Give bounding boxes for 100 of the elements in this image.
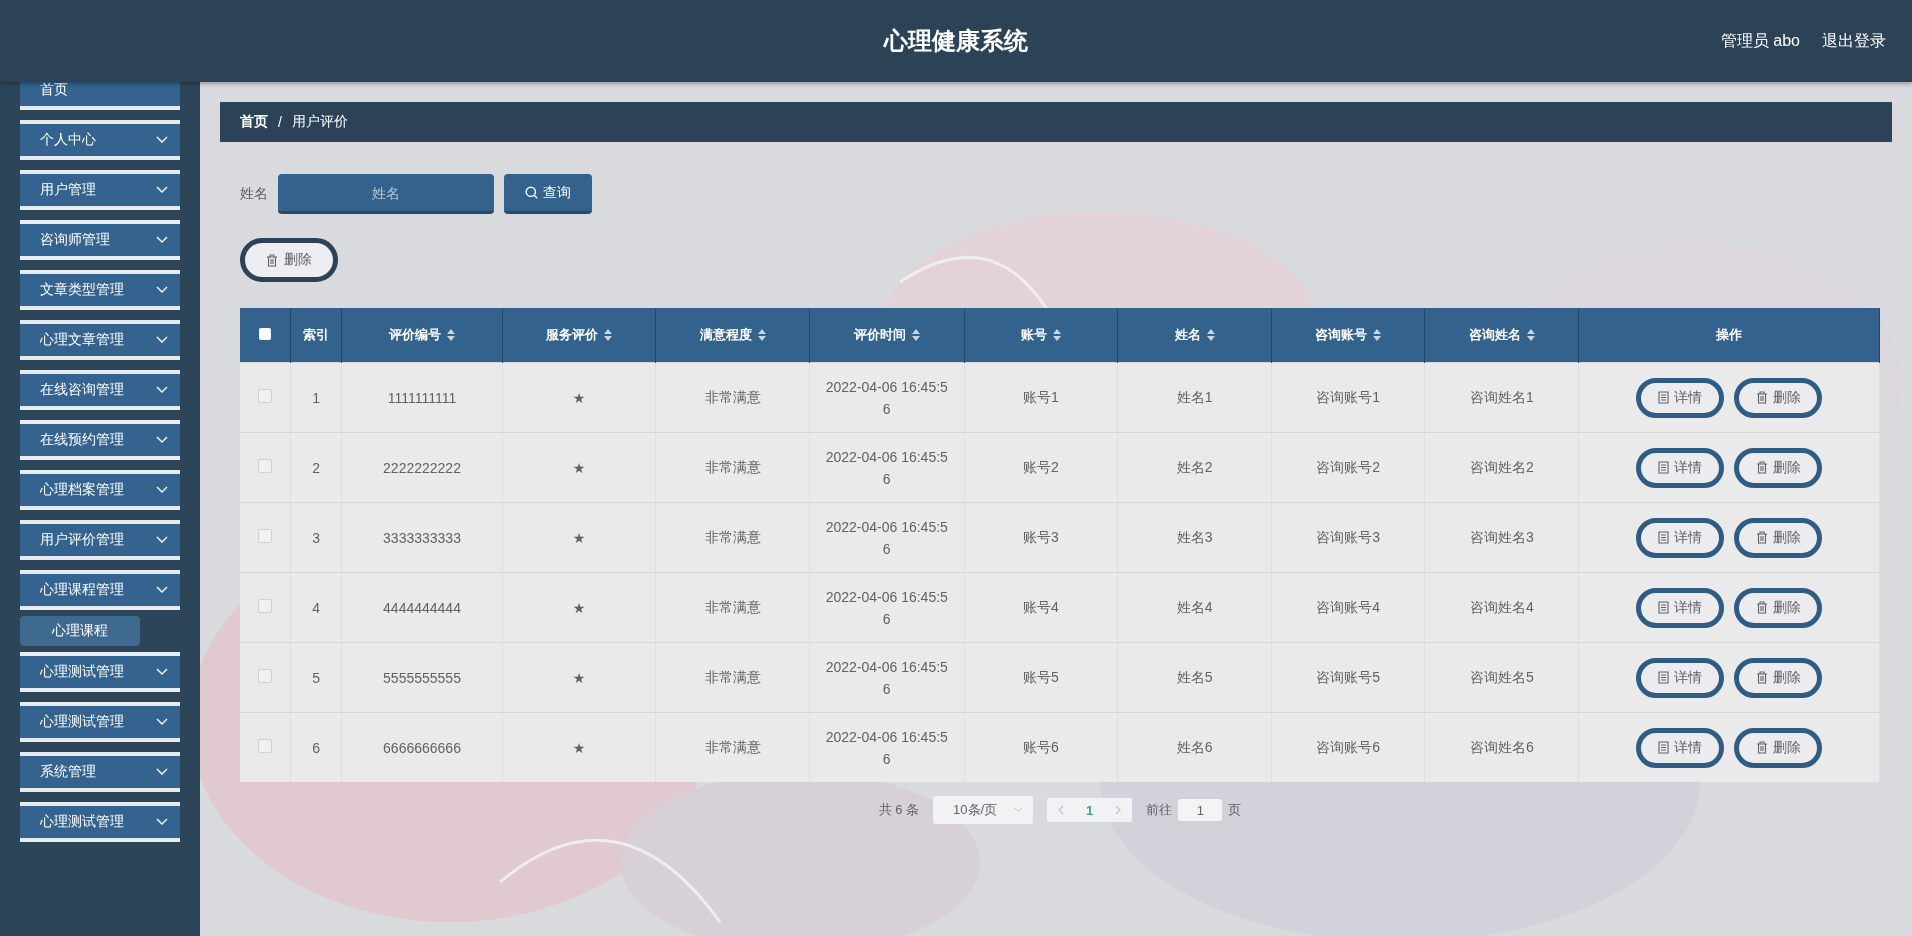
logout-link[interactable]: 退出登录 bbox=[1822, 30, 1886, 52]
row-checkbox[interactable] bbox=[257, 389, 272, 403]
details-button[interactable]: 详情 bbox=[1636, 517, 1725, 558]
table-cell: 咨询姓名1 bbox=[1469, 388, 1534, 405]
search-button[interactable]: 查询 bbox=[504, 174, 592, 214]
column-header[interactable]: 姓名 bbox=[1174, 326, 1215, 344]
column-header: 索引 bbox=[303, 326, 330, 344]
table-cell: 姓名2 bbox=[1176, 458, 1213, 475]
table-cell: 3333333333 bbox=[383, 529, 461, 546]
delete-button[interactable]: 删除 bbox=[1734, 517, 1823, 558]
table-cell: 2 bbox=[312, 459, 320, 476]
goto-label: 前往 bbox=[1146, 801, 1173, 819]
table-cell: 姓名5 bbox=[1176, 668, 1213, 685]
sidebar-menu-item[interactable]: 心理文章管理 bbox=[20, 320, 180, 360]
row-checkbox[interactable] bbox=[257, 669, 272, 683]
document-icon bbox=[1658, 601, 1670, 614]
column-header: 操作 bbox=[1716, 326, 1743, 344]
name-search-field[interactable]: 姓名 bbox=[278, 174, 494, 214]
sidebar-menu-item[interactable]: 心理课程管理 bbox=[20, 570, 180, 610]
chevron-down-icon bbox=[156, 718, 168, 726]
delete-button[interactable]: 删除 bbox=[1734, 447, 1823, 488]
column-header[interactable]: 咨询账号 bbox=[1315, 326, 1382, 344]
table-cell: 非常满意 bbox=[704, 598, 761, 615]
sidebar-menu-item[interactable]: 在线预约管理 bbox=[20, 420, 180, 460]
sidebar-menu-item[interactable]: 用户管理 bbox=[20, 170, 180, 210]
table-cell: 姓名6 bbox=[1176, 738, 1213, 755]
sort-icon bbox=[1052, 329, 1061, 341]
delete-button[interactable]: 删除 bbox=[1734, 377, 1823, 418]
page-jump-field[interactable]: 1 bbox=[1178, 799, 1223, 821]
table-cell: 非常满意 bbox=[704, 668, 761, 685]
next-page-icon[interactable] bbox=[1115, 805, 1123, 815]
row-checkbox[interactable] bbox=[257, 459, 272, 473]
details-button[interactable]: 详情 bbox=[1636, 447, 1725, 488]
delete-button[interactable]: 删除 bbox=[1734, 727, 1823, 768]
table-cell: 账号5 bbox=[1023, 668, 1059, 685]
table-cell: 姓名4 bbox=[1176, 598, 1213, 615]
table-cell: 账号2 bbox=[1023, 458, 1059, 475]
sidebar-menu-item[interactable]: 个人中心 bbox=[20, 120, 180, 160]
row-checkbox[interactable] bbox=[257, 739, 272, 753]
page-size-select[interactable]: 10条/页 bbox=[933, 796, 1034, 824]
breadcrumb-item[interactable]: 首页 bbox=[240, 113, 268, 131]
table-cell: 咨询姓名4 bbox=[1469, 598, 1534, 615]
table-cell: 咨询账号6 bbox=[1316, 738, 1381, 755]
table-cell: ★ bbox=[572, 389, 586, 406]
details-button[interactable]: 详情 bbox=[1636, 727, 1725, 768]
table-cell: ★ bbox=[572, 459, 586, 476]
delete-button[interactable]: 删除 bbox=[1734, 657, 1823, 698]
column-header[interactable]: 评价编号 bbox=[389, 326, 455, 344]
table-cell-text: 2022-04-06 16:45:56 bbox=[824, 587, 949, 629]
sidebar-submenu-item[interactable]: 心理课程 bbox=[20, 616, 140, 646]
table-cell: 5555555555 bbox=[383, 669, 461, 686]
column-header[interactable]: 咨询姓名 bbox=[1468, 326, 1535, 344]
sort-icon bbox=[603, 329, 612, 341]
table-cell-text: 2022-04-06 16:45:56 bbox=[824, 377, 949, 419]
table-cell: 4 bbox=[312, 599, 320, 616]
sidebar-menu-item[interactable]: 心理测试管理 bbox=[20, 652, 180, 692]
column-header[interactable]: 评价时间 bbox=[853, 326, 920, 344]
row-checkbox[interactable] bbox=[257, 599, 272, 613]
sidebar-menu-item[interactable]: 系统管理 bbox=[20, 752, 180, 792]
sidebar-menu-item[interactable]: 首页 bbox=[20, 82, 180, 110]
chevron-down-icon bbox=[156, 818, 168, 826]
table-cell: ★ bbox=[572, 669, 586, 686]
select-all-checkbox[interactable] bbox=[258, 327, 271, 340]
table-cell: 3 bbox=[312, 529, 320, 546]
table-cell-text: 2022-04-06 16:45:56 bbox=[824, 727, 949, 769]
trash-icon bbox=[1755, 461, 1768, 474]
sidebar-menu-item[interactable]: 文章类型管理 bbox=[20, 270, 180, 310]
column-header[interactable]: 服务评价 bbox=[545, 326, 612, 344]
sidebar-menu-item[interactable]: 在线咨询管理 bbox=[20, 370, 180, 410]
table-cell: 非常满意 bbox=[704, 738, 761, 755]
sidebar-menu-item[interactable]: 用户评价管理 bbox=[20, 520, 180, 560]
trash-icon bbox=[1755, 601, 1768, 614]
document-icon bbox=[1658, 531, 1670, 544]
sidebar-menu-item[interactable]: 心理档案管理 bbox=[20, 470, 180, 510]
delete-button[interactable]: 删除 bbox=[1734, 587, 1823, 628]
column-header[interactable]: 账号 bbox=[1020, 326, 1061, 344]
details-button[interactable]: 详情 bbox=[1636, 657, 1725, 698]
table-cell: 咨询账号3 bbox=[1316, 528, 1381, 545]
sidebar-menu-item[interactable]: 心理测试管理 bbox=[20, 802, 180, 842]
row-checkbox[interactable] bbox=[257, 529, 272, 543]
table-cell-text: 2022-04-06 16:45:56 bbox=[824, 517, 949, 559]
trash-icon bbox=[266, 253, 278, 267]
details-button[interactable]: 详情 bbox=[1636, 377, 1725, 418]
sidebar-menu-item[interactable]: 心理测试管理 bbox=[20, 702, 180, 742]
table-cell: 1111111111 bbox=[387, 389, 457, 406]
trash-icon bbox=[1755, 391, 1768, 404]
details-button[interactable]: 详情 bbox=[1636, 587, 1725, 628]
previous-page-icon[interactable] bbox=[1057, 805, 1065, 815]
breadcrumb-item: 用户评价 bbox=[291, 113, 348, 131]
delete-button[interactable]: 删除 bbox=[240, 238, 338, 282]
table-cell: 非常满意 bbox=[704, 528, 761, 545]
table-cell: 6 bbox=[312, 739, 320, 756]
total-count: 共 6 条 bbox=[878, 801, 920, 819]
sidebar-menu-item[interactable]: 咨询师管理 bbox=[20, 220, 180, 260]
table-cell: 咨询账号2 bbox=[1316, 458, 1381, 475]
column-header[interactable]: 满意程度 bbox=[699, 326, 766, 344]
chevron-down-icon bbox=[1014, 807, 1024, 813]
table-cell: 咨询账号1 bbox=[1316, 388, 1381, 405]
chevron-down-icon bbox=[156, 136, 168, 144]
table-cell-text: 2022-04-06 16:45:56 bbox=[824, 657, 949, 699]
